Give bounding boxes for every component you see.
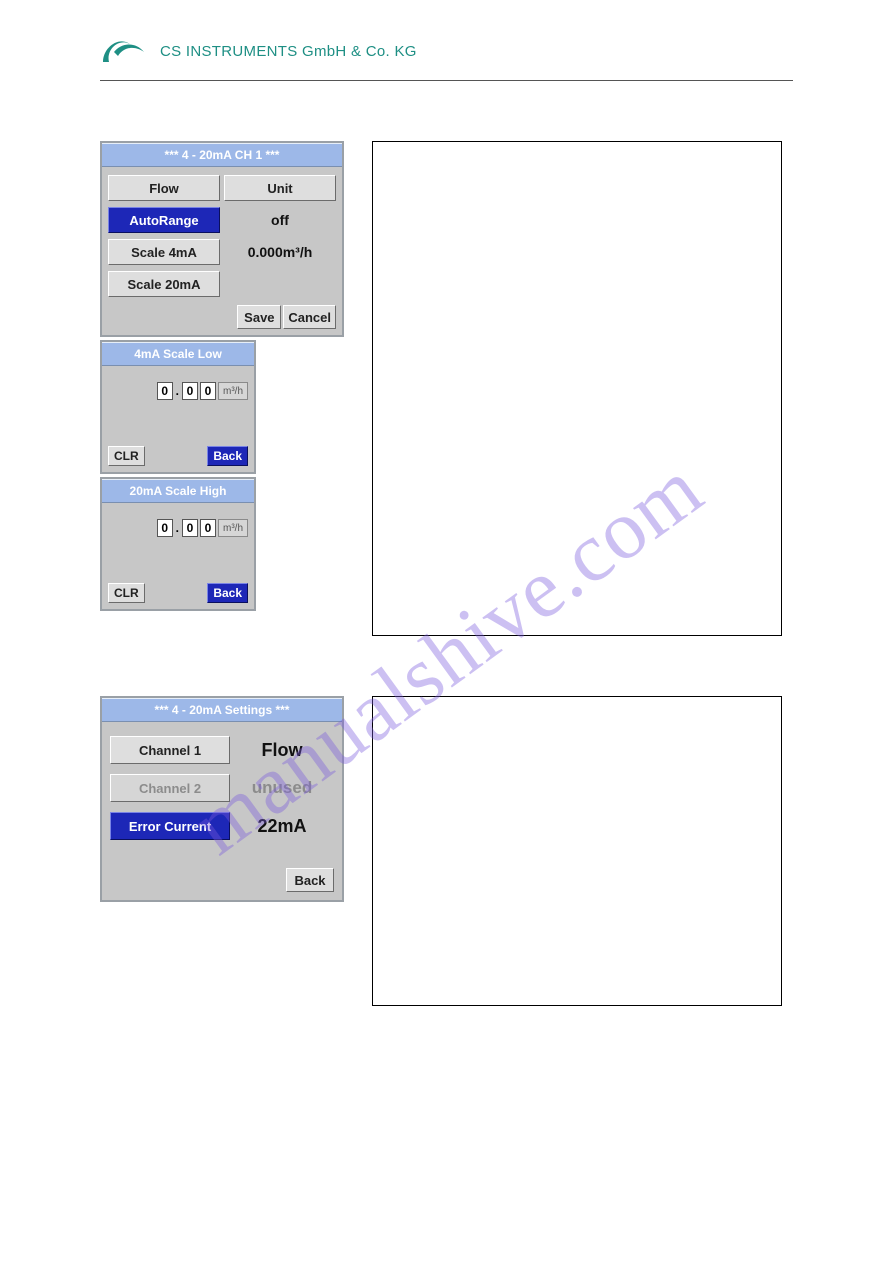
- error-current-value: 22mA: [230, 816, 334, 837]
- panel-title-scale-high: 20mA Scale High: [102, 479, 254, 503]
- decimal-separator: .: [175, 384, 180, 398]
- autorange-button[interactable]: AutoRange: [108, 207, 220, 233]
- unit-button[interactable]: Unit: [224, 175, 336, 201]
- back-button[interactable]: Back: [286, 868, 334, 892]
- panel-title-ch1: *** 4 - 20mA CH 1 ***: [102, 143, 342, 167]
- digits-scale-low: 0 . 0 0 m³/h: [108, 382, 248, 400]
- back-button[interactable]: Back: [207, 446, 248, 466]
- save-button[interactable]: Save: [237, 305, 281, 329]
- decimal-separator: .: [175, 521, 180, 535]
- back-button[interactable]: Back: [207, 583, 248, 603]
- flow-button[interactable]: Flow: [108, 175, 220, 201]
- scale-20ma-button[interactable]: Scale 20mA: [108, 271, 220, 297]
- cancel-button[interactable]: Cancel: [283, 305, 336, 329]
- unit-box: m³/h: [218, 519, 248, 537]
- panel-4-20ma-settings: *** 4 - 20mA Settings *** Channel 1 Flow…: [100, 696, 344, 902]
- scale-4ma-value: 0.000m³/h: [224, 244, 336, 260]
- autorange-value: off: [224, 212, 336, 228]
- panel-4-20ma-ch1: *** 4 - 20mA CH 1 *** Flow Unit AutoRang…: [100, 141, 344, 337]
- panel-title-scale-low: 4mA Scale Low: [102, 342, 254, 366]
- page-header: CS INSTRUMENTS GmbH & Co. KG: [100, 32, 793, 81]
- channel-1-value: Flow: [230, 740, 334, 761]
- channel-1-button[interactable]: Channel 1: [110, 736, 230, 764]
- cs-instruments-logo-icon: [100, 32, 146, 70]
- channel-2-value: unused: [230, 778, 334, 798]
- description-block-2: [372, 696, 782, 1006]
- company-name: CS INSTRUMENTS GmbH & Co. KG: [160, 43, 417, 60]
- unit-box: m³/h: [218, 382, 248, 400]
- digit-input[interactable]: 0: [157, 382, 173, 400]
- clr-button[interactable]: CLR: [108, 583, 145, 603]
- digits-scale-high: 0 . 0 0 m³/h: [108, 519, 248, 537]
- digit-input[interactable]: 0: [200, 382, 216, 400]
- error-current-button[interactable]: Error Current: [110, 812, 230, 840]
- panel-4ma-scale-low: 4mA Scale Low 0 . 0 0 m³/h CLR Back: [100, 340, 256, 474]
- digit-input[interactable]: 0: [200, 519, 216, 537]
- digit-input[interactable]: 0: [157, 519, 173, 537]
- panel-20ma-scale-high: 20mA Scale High 0 . 0 0 m³/h CLR Back: [100, 477, 256, 611]
- panel-title-settings: *** 4 - 20mA Settings ***: [102, 698, 342, 722]
- channel-2-button: Channel 2: [110, 774, 230, 802]
- clr-button[interactable]: CLR: [108, 446, 145, 466]
- digit-input[interactable]: 0: [182, 382, 198, 400]
- digit-input[interactable]: 0: [182, 519, 198, 537]
- scale-4ma-button[interactable]: Scale 4mA: [108, 239, 220, 265]
- description-block-1: [372, 141, 782, 636]
